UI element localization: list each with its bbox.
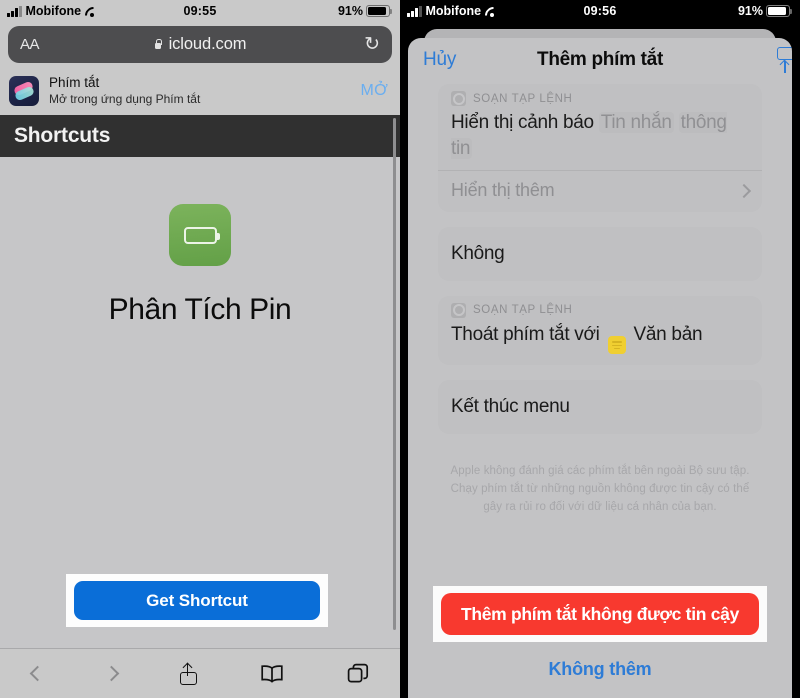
- action-app-header: SOẠN TẠP LỆNH: [451, 91, 749, 106]
- text-icon: [607, 336, 626, 355]
- scripting-icon: [451, 91, 466, 106]
- chevron-right-icon: [736, 183, 752, 198]
- book-icon[interactable]: [260, 664, 284, 683]
- action-card-end-menu[interactable]: Kết thúc menu: [438, 380, 762, 434]
- battery-percent: 91%: [337, 4, 363, 18]
- shortcuts-app-icon: [9, 76, 39, 106]
- show-more-label: Hiển thị thêm: [451, 180, 555, 201]
- page-content: Phân Tích Pin Get Shortcut: [0, 157, 400, 642]
- screenshot-stage: Mobifone 09:55 91% AA icloud.com ↻ Phím …: [0, 0, 800, 698]
- chevron-right-icon[interactable]: [103, 665, 119, 682]
- page-scrollbar[interactable]: [393, 118, 396, 630]
- action-app-label: SOẠN TẠP LỆNH: [473, 304, 573, 317]
- banner-subtitle: Mở trong ứng dụng Phím tắt: [49, 92, 201, 107]
- left-status-right: 91%: [337, 4, 392, 18]
- action-list: SOẠN TẠP LỆNH Hiển thị cảnh báo Tin nhắn…: [408, 82, 792, 434]
- add-untrusted-highlight: Thêm phím tắt không được tin cậy: [433, 586, 767, 642]
- banner-open-button[interactable]: MỞ: [361, 82, 388, 100]
- smart-app-banner[interactable]: Phím tắt Mở trong ứng dụng Phím tắt MỞ: [0, 70, 400, 115]
- add-shortcut-sheet: Hủy Thêm phím tắt SOẠN TẠP LỆNH Hiển thị…: [408, 38, 792, 698]
- sheet-title: Thêm phím tắt: [537, 49, 663, 70]
- right-panel-shortcuts: Mobifone 09:56 91% Hủy Thêm phím tắt SOẠ…: [400, 0, 800, 698]
- add-untrusted-shortcut-button[interactable]: Thêm phím tắt không được tin cậy: [441, 593, 759, 635]
- action-text-prefix: Thoát phím tắt với: [451, 323, 600, 345]
- action-label: Không: [451, 243, 505, 265]
- banner-text: Phím tắt Mở trong ứng dụng Phím tắt: [49, 75, 351, 106]
- battery-percent: 91%: [737, 4, 763, 18]
- get-shortcut-highlight: Get Shortcut: [66, 574, 328, 627]
- scripting-icon: [451, 302, 466, 318]
- right-status-right: 91%: [737, 4, 792, 18]
- action-label: Kết thúc menu: [451, 396, 570, 418]
- decline-button[interactable]: Không thêm: [408, 659, 792, 680]
- address-bar[interactable]: AA icloud.com ↻: [8, 26, 392, 63]
- action-description: Hiển thị cảnh báo Tin nhắn thông tin: [451, 110, 749, 161]
- action-card-show-alert[interactable]: SOẠN TẠP LỆNH Hiển thị cảnh báo Tin nhắn…: [438, 84, 762, 213]
- url-text: icloud.com: [168, 35, 247, 53]
- action-text-prefix: Hiển thị cảnh báo: [451, 112, 594, 133]
- action-text-suffix: Văn bản: [633, 323, 703, 345]
- action-description: Thoát phím tắt với Văn bản: [451, 322, 749, 355]
- action-token-message[interactable]: Tin nhắn: [598, 112, 674, 133]
- battery-icon: [366, 5, 392, 17]
- battery-icon: [169, 204, 231, 266]
- url-bar-wrapper: AA icloud.com ↻: [0, 22, 400, 70]
- show-more-row[interactable]: Hiển thị thêm: [451, 171, 752, 201]
- left-status-bar: Mobifone 09:55 91%: [0, 0, 400, 22]
- banner-title: Phím tắt: [49, 75, 100, 91]
- get-shortcut-button[interactable]: Get Shortcut: [74, 581, 320, 620]
- share-icon[interactable]: [179, 662, 197, 685]
- action-app-header: SOẠN TẠP LỆNH: [451, 302, 749, 318]
- sheet-nav-bar: Hủy Thêm phím tắt: [408, 38, 792, 82]
- lock-icon: [154, 39, 163, 50]
- untrusted-warning-text: Apple không đánh giá các phím tắt bên ng…: [450, 464, 750, 513]
- action-card-exit-shortcut[interactable]: SOẠN TẠP LỆNH Thoát phím tắt với Văn bản: [438, 295, 762, 366]
- right-status-bar: Mobifone 09:56 91%: [400, 0, 800, 22]
- shortcut-hero: Phân Tích Pin: [0, 157, 400, 327]
- tabs-icon[interactable]: [347, 663, 369, 685]
- action-app-label: SOẠN TẠP LỆNH: [473, 92, 573, 105]
- battery-icon: [766, 5, 792, 17]
- action-card-khong[interactable]: Không: [438, 227, 762, 281]
- reload-icon[interactable]: ↻: [364, 33, 380, 56]
- chevron-left-icon[interactable]: [29, 665, 45, 682]
- left-panel-safari: Mobifone 09:55 91% AA icloud.com ↻ Phím …: [0, 0, 400, 698]
- page-title: Shortcuts: [0, 115, 400, 157]
- safari-bottom-toolbar: [0, 648, 400, 698]
- shortcut-name: Phân Tích Pin: [108, 293, 292, 326]
- url-display: icloud.com: [8, 35, 392, 54]
